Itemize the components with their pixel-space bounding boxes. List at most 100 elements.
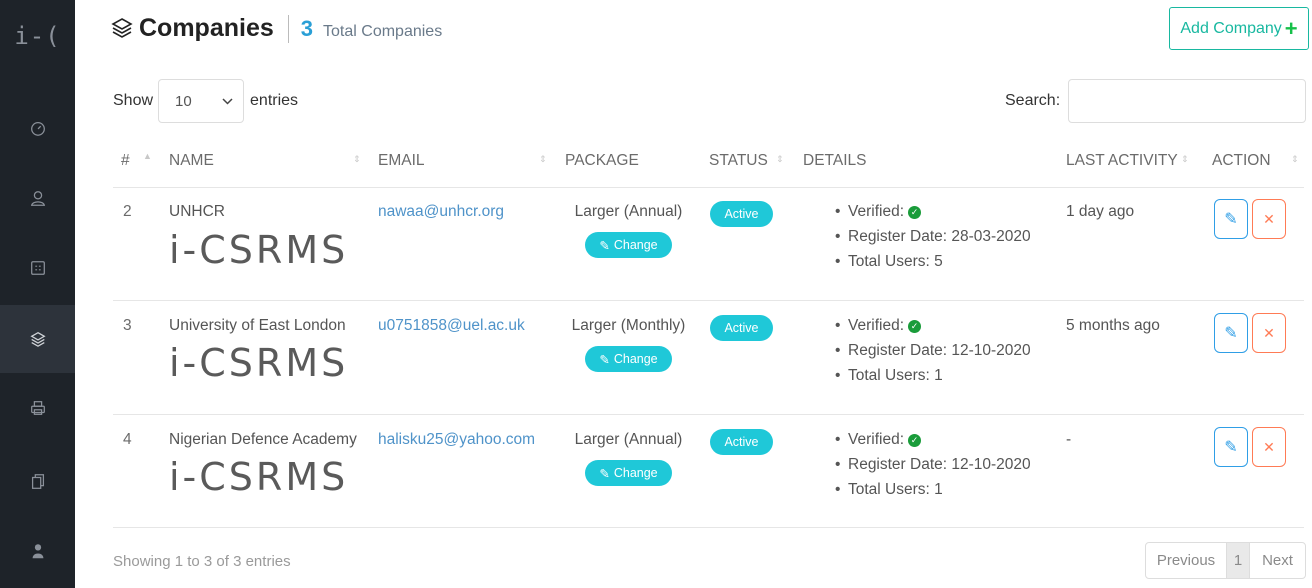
package-name: Larger (Annual) [574,203,683,220]
company-logo: i-CSRMS [169,455,349,499]
column-header-last-activity[interactable]: LAST ACTIVITY ⇕ [1066,152,1189,170]
page-header: Companies 3 Total Companies [111,14,442,43]
company-logo: i-CSRMS [169,341,349,385]
last-activity: 1 day ago [1066,203,1135,220]
sidebar-item-users[interactable] [0,164,75,232]
page-title: Companies [139,14,274,42]
entries-control: Show 10 entries [113,79,298,123]
edit-icon: ✎ [599,352,610,367]
last-activity: 5 months ago [1066,317,1160,334]
row-divider [113,414,1304,415]
column-header-status[interactable]: STATUS ⇕ [709,152,784,170]
close-icon: ✕ [1263,438,1275,455]
search-control: Search: [1005,79,1307,123]
show-label: Show [113,92,154,109]
calculator-icon [30,261,45,275]
add-company-button[interactable]: Add Company + [1169,7,1309,50]
check-circle-icon: ✓ [908,206,922,219]
documents-icon [31,474,44,489]
edit-button[interactable]: ✎ [1214,199,1248,239]
change-package-button[interactable]: ✎ Change [585,460,672,486]
company-details: • Verified: ✓ • Register Date: 28-03-2020 •… [835,203,1031,270]
sort-icon: ⇕ [1291,154,1299,164]
sort-icon: ⇕ [1181,154,1189,164]
column-header-number[interactable]: # ▲ [121,151,152,170]
next-page-button[interactable]: Next [1250,543,1305,578]
company-email[interactable]: u0751858@uel.ac.uk [378,317,525,335]
entries-select[interactable]: 10 [158,79,245,123]
sort-icon: ▲ [143,151,152,161]
edit-button[interactable]: ✎ [1214,313,1248,353]
search-input[interactable] [1068,79,1307,123]
status-badge: Active [710,315,773,341]
sidebar-item-documents[interactable] [0,448,75,516]
sidebar-item-print[interactable] [0,374,75,442]
change-package-button[interactable]: ✎ Change [585,232,672,258]
entries-value: 10 [175,92,192,110]
edit-button[interactable]: ✎ [1214,427,1248,467]
sidebar-logo[interactable]: i-( [0,22,75,50]
status-badge: Active [710,429,773,455]
close-icon: ✕ [1263,324,1275,341]
row-number: 4 [123,431,132,448]
sort-icon: ⇕ [353,154,361,164]
pencil-icon: ✎ [1224,439,1238,456]
entries-label: entries [250,92,299,109]
column-header-email[interactable]: EMAIL ⇕ [378,152,547,170]
pagination: Previous 1 Next [1145,542,1306,579]
table-bottom-divider [113,527,1304,528]
last-activity: - [1066,431,1072,448]
column-header-action[interactable]: ACTION ⇕ [1212,152,1299,170]
company-email[interactable]: halisku25@yahoo.com [378,431,535,449]
layers-icon [111,18,133,38]
company-email[interactable]: nawaa@unhcr.org [378,203,504,221]
sidebar-item-companies[interactable] [0,305,75,373]
edit-icon: ✎ [599,238,610,253]
edit-icon: ✎ [599,466,610,481]
delete-button[interactable]: ✕ [1252,313,1286,353]
search-label: Search: [1005,92,1061,109]
company-details: • Verified: ✓ • Register Date: 12-10-2020 •… [835,431,1031,498]
row-number: 2 [123,203,132,220]
company-name: UNHCR [169,203,225,220]
company-logo: i-CSRMS [169,228,349,272]
sidebar-item-calculator[interactable] [0,234,75,302]
total-count: 3 [300,16,314,41]
pencil-icon: ✎ [1224,325,1238,342]
add-company-label: Add Company [1180,19,1282,37]
previous-page-button[interactable]: Previous [1146,543,1226,578]
row-number: 3 [123,317,132,334]
company-name: Nigerian Defence Academy [169,431,357,448]
column-header-name[interactable]: NAME ⇕ [169,152,361,170]
sidebar: i-( [0,0,75,588]
pagination-info: Showing 1 to 3 of 3 entries [113,553,291,570]
delete-button[interactable]: ✕ [1252,199,1286,239]
chevron-down-icon [222,97,233,105]
status-badge: Active [710,201,773,227]
sidebar-item-profile[interactable] [0,517,75,585]
main-content: Companies 3 Total Companies Add Company … [75,0,1312,588]
close-icon: ✕ [1263,210,1275,227]
page-1-button[interactable]: 1 [1226,543,1250,578]
change-package-button[interactable]: ✎ Change [585,346,672,372]
print-icon [30,401,45,415]
sidebar-item-dashboard[interactable] [0,94,75,162]
package-name: Larger (Annual) [574,431,683,448]
column-header-details[interactable]: DETAILS [803,152,866,170]
sort-icon: ⇕ [776,154,784,164]
package-name: Larger (Monthly) [571,317,686,334]
row-divider [113,300,1304,301]
company-name: University of East London [169,317,346,334]
dashboard-icon [30,121,45,136]
delete-button[interactable]: ✕ [1252,427,1286,467]
person-icon [32,544,43,559]
check-circle-icon: ✓ [908,320,922,333]
title-divider [287,14,289,43]
user-icon [30,191,45,206]
pencil-icon: ✎ [1224,211,1238,228]
header-divider [113,187,1304,188]
plus-icon: + [1284,15,1298,41]
column-header-package[interactable]: PACKAGE [565,152,639,170]
total-label: Total Companies [323,23,443,40]
layers-icon [29,331,46,347]
